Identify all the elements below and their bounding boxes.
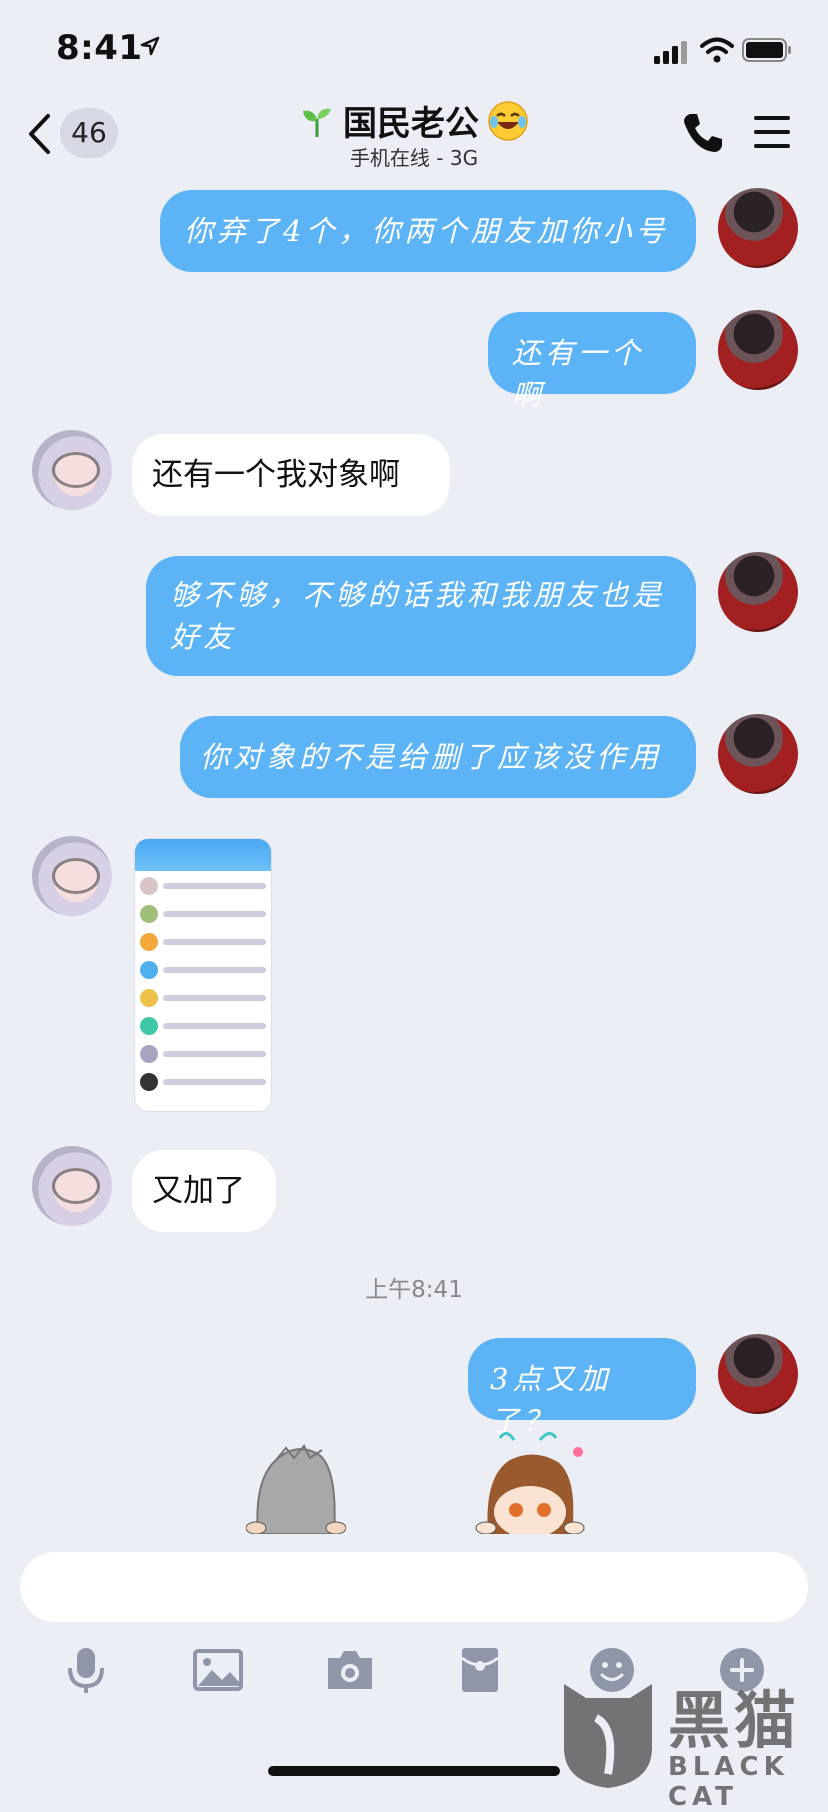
peeking-gray-sticker-icon: [246, 1444, 346, 1534]
location-arrow-icon: [140, 36, 160, 56]
message-text: 够不够，不够的话我和我朋友也是好友: [170, 578, 666, 654]
watermark-cn-text: 黑猫: [668, 1684, 801, 1757]
message-text: 你对象的不是给删了应该没作用: [200, 740, 663, 774]
camera-icon[interactable]: [324, 1644, 376, 1696]
message-bubble-outgoing[interactable]: 你弃了4个，你两个朋友加你小号: [160, 190, 696, 272]
avatar-self[interactable]: [718, 714, 798, 794]
avatar-self[interactable]: [718, 188, 798, 268]
avatar-self[interactable]: [718, 1334, 798, 1414]
avatar-contact[interactable]: [32, 836, 112, 916]
laughing-emoji-icon: [488, 100, 528, 141]
image-message-thumbnail[interactable]: [134, 838, 272, 1112]
message-bubble-outgoing[interactable]: 还有一个啊: [488, 312, 696, 412]
red-packet-icon[interactable]: [454, 1644, 506, 1696]
sprout-icon: [303, 108, 331, 137]
black-cat-logo-icon: [564, 1684, 652, 1788]
message-bubble-outgoing[interactable]: 够不够，不够的话我和我朋友也是好友: [146, 556, 696, 676]
message-bubble-outgoing[interactable]: 3点又加了？: [468, 1338, 696, 1438]
menu-icon[interactable]: [752, 112, 792, 152]
image-gallery-icon[interactable]: [192, 1644, 244, 1696]
black-cat-watermark: 黑猫 BLACK CAT: [556, 1670, 828, 1812]
message-bubble-outgoing[interactable]: 你对象的不是给删了应该没作用: [180, 716, 696, 798]
avatar-contact[interactable]: [32, 1146, 112, 1226]
peeking-boy-sticker-icon: [475, 1432, 585, 1534]
avatar-self[interactable]: [718, 552, 798, 632]
message-bubble-incoming[interactable]: 还有一个我对象啊: [132, 434, 450, 516]
message-input[interactable]: [20, 1552, 808, 1622]
home-indicator[interactable]: [268, 1766, 560, 1776]
microphone-icon[interactable]: [60, 1644, 112, 1696]
avatar-contact[interactable]: [32, 430, 112, 510]
message-text: 3点又加了？: [490, 1362, 612, 1438]
message-text: 还有一个啊: [512, 336, 645, 412]
wifi-icon: [700, 37, 734, 63]
message-bubble-incoming[interactable]: 又加了: [132, 1150, 276, 1232]
signal-icon: [654, 41, 687, 64]
phone-call-icon[interactable]: [680, 110, 726, 156]
message-text: 还有一个我对象啊: [152, 457, 400, 493]
message-text: 你弃了4个，你两个朋友加你小号: [184, 214, 669, 248]
timestamp-divider: 上午8:41: [365, 1277, 463, 1303]
avatar-self[interactable]: [718, 310, 798, 390]
status-time: 8:41: [56, 28, 143, 68]
message-text: 又加了: [152, 1173, 245, 1209]
chat-title: 国民老公: [343, 104, 479, 144]
watermark-en-text: BLACK CAT: [668, 1752, 789, 1812]
battery-icon: [742, 38, 791, 62]
